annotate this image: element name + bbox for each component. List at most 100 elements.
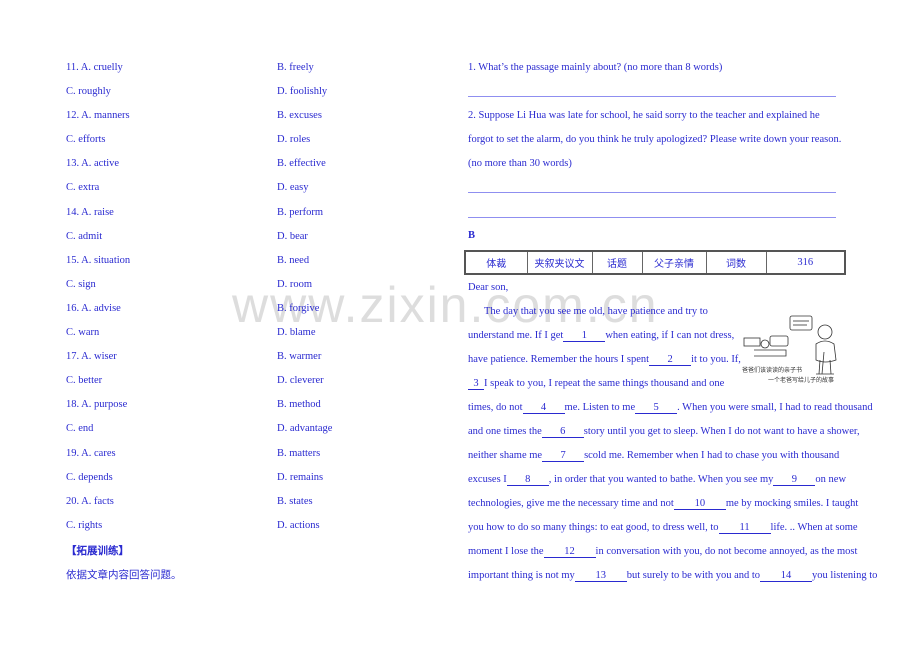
option-row: C. admit D. bear [66, 230, 396, 254]
option-left: 19. A. cares [66, 447, 116, 459]
passage-text: you listening to [812, 570, 878, 581]
option-row: 19. A. cares B. matters [66, 447, 396, 471]
option-right: B. freely [277, 62, 314, 73]
option-left: 13. A. active [66, 158, 120, 170]
option-left: C. rights [66, 519, 103, 531]
option-row: C. warn D. blame [66, 326, 396, 350]
passage-line: understand me. If I get 1 when eating, if … [468, 329, 734, 343]
caption-line-2: 一个老爸写给儿子的故事 [768, 376, 834, 384]
option-row: 12. A. manners B. excuses [66, 109, 396, 133]
passage-greeting: Dear son, [468, 282, 509, 293]
option-right: D. foolishly [277, 86, 328, 98]
option-right: D. roles [277, 134, 311, 146]
passage-text: on new [815, 474, 847, 485]
answer-line-1[interactable] [468, 96, 836, 97]
blank-12[interactable]: 12 [543, 546, 596, 558]
option-right: B. need [277, 254, 310, 266]
blank-4[interactable]: 4 [522, 402, 565, 414]
blank-11[interactable]: 11 [718, 522, 771, 534]
tv-icon [743, 337, 761, 347]
passage-line: excuses I8, in order that you wanted to … [468, 473, 846, 487]
option-left: C. end [66, 423, 94, 435]
passage-text: scold me. Remember when I had to chase y… [584, 450, 840, 461]
option-row: C. rights D. actions [66, 519, 396, 543]
passage-text: but surely to be with you and to [626, 570, 761, 581]
option-row: 17. A. wiser B. warmer [66, 350, 396, 374]
passage-text: in conversation with you, do not become … [595, 546, 858, 557]
option-right: B. perform [277, 206, 324, 218]
option-row: 15. A. situation B. need [66, 254, 396, 278]
passage-text: , in order that you wanted to bathe. Whe… [548, 474, 774, 485]
topic-value: 父子亲情 [641, 250, 707, 275]
blank-14[interactable]: 14 [760, 570, 813, 582]
passage-text: times, do not [468, 402, 523, 413]
question-2-line-3: (no more than 30 words) [468, 158, 572, 169]
passage-line: and one times the 6 story until you get to… [468, 425, 860, 439]
passage-text: you how to do so many things: to eat goo… [468, 522, 719, 533]
blank-8[interactable]: 8 [506, 474, 549, 486]
speech-bubble-icon [789, 315, 813, 331]
passage-text: story until you get to sleep. When I do … [583, 426, 860, 437]
answer-line-2[interactable] [468, 192, 836, 193]
passage-text: excuses I [468, 474, 507, 485]
option-left: 20. A. facts [66, 495, 114, 507]
section-b-label: B [468, 230, 476, 241]
option-left: C. admit [66, 230, 103, 242]
blank-2[interactable]: 2 [649, 354, 692, 366]
option-row: 20. A. facts B. states [66, 495, 396, 519]
option-row: C. extra D. easy [66, 181, 396, 205]
option-left: C. sign [66, 278, 96, 290]
option-row: 16. A. advise B. forgive [66, 302, 396, 326]
passage-line: moment I lose the 12 in conversation with … [468, 545, 857, 559]
option-left: 15. A. situation [66, 254, 131, 266]
option-left: 11. A. cruelly [66, 62, 123, 73]
word-count-label: 词数 [705, 250, 767, 275]
passage-line: important thing is not my 13 but surely to… [468, 569, 877, 583]
extension-instruction: 依据文章内容回答问题。 [66, 569, 182, 581]
option-row: C. better D. cleverer [66, 374, 396, 398]
blank-6[interactable]: 6 [541, 426, 584, 438]
genre-value: 夹叙夹议文 [526, 250, 593, 275]
passage-text: have patience. Remember the hours I spen… [468, 354, 650, 365]
genre-label: 体裁 [464, 250, 528, 275]
blank-5[interactable]: 5 [635, 402, 678, 414]
blank-3[interactable]: 3 [468, 378, 484, 390]
answer-line-3[interactable] [468, 217, 836, 218]
blank-10[interactable]: 10 [673, 498, 726, 510]
passage-line: have patience. Remember the hours I spen… [468, 353, 741, 367]
option-left: C. extra [66, 182, 100, 194]
passage-text: and one times the [468, 426, 542, 437]
blank-13[interactable]: 13 [574, 570, 627, 582]
option-left: 12. A. manners [66, 110, 130, 122]
option-row: 14. A. raise B. perform [66, 206, 396, 230]
old-man-head-icon [817, 324, 833, 340]
passage-text: life. .. When at some [770, 522, 858, 533]
blank-1[interactable]: 1 [563, 330, 606, 342]
passage-line: technologies, give me the necessary time… [468, 497, 858, 511]
blank-7[interactable]: 7 [542, 450, 585, 462]
question-1: 1. What’s the passage mainly about? (no … [468, 62, 723, 73]
passage-text: I speak to you, I repeat the same things… [484, 378, 725, 389]
option-left: C. warn [66, 327, 100, 339]
option-right: B. states [277, 495, 313, 507]
option-row: C. sign D. room [66, 278, 396, 302]
passage-text: important thing is not my [468, 570, 575, 581]
passage-text: understand me. If I get [468, 330, 564, 341]
option-left: 18. A. purpose [66, 399, 128, 411]
option-right: D. blame [277, 327, 316, 339]
passage-text: when eating, if I can not dress, [605, 330, 735, 341]
blank-9[interactable]: 9 [773, 474, 816, 486]
option-left: C. efforts [66, 134, 106, 146]
option-row: C. roughly D. foolishly [66, 85, 396, 109]
passage-text: neither shame me [468, 450, 543, 461]
passage-info-table: 体裁 夹叙夹议文 话题 父子亲情 词数 316 [464, 250, 846, 275]
option-row: C. depends D. remains [66, 471, 396, 495]
option-row: C. efforts D. roles [66, 133, 396, 157]
option-right: D. remains [277, 471, 324, 483]
question-2-line-1: 2. Suppose Li Hua was late for school, h… [468, 110, 820, 121]
option-right: D. actions [277, 519, 320, 531]
option-right: B. forgive [277, 302, 320, 314]
passage-line: neither shame me 7 scold me. Remember when… [468, 449, 839, 463]
option-row: 18. A. purpose B. method [66, 398, 396, 422]
option-right: B. effective [277, 158, 326, 170]
